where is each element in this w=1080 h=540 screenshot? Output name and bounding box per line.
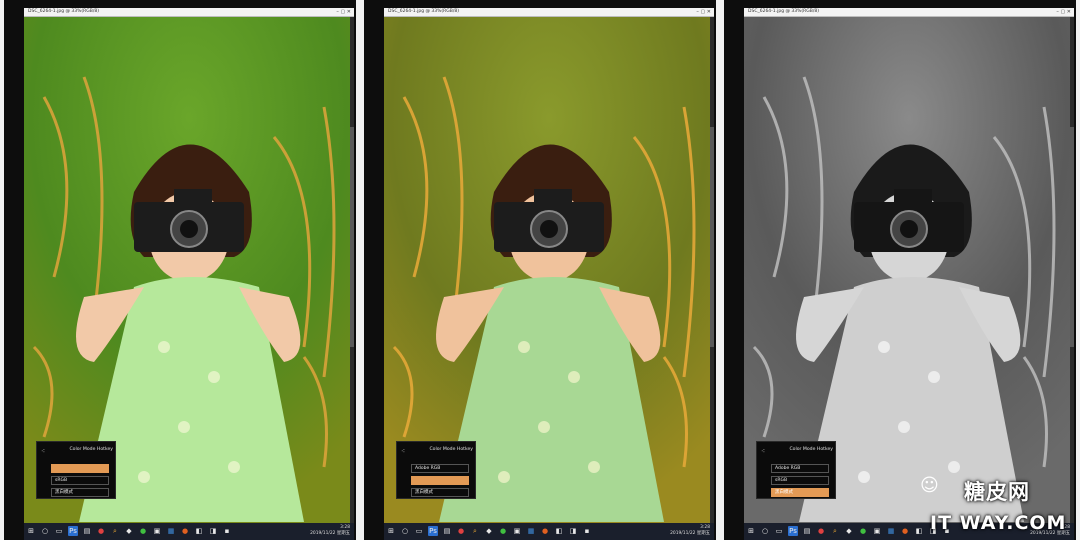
watermark: ☺ 糖皮网 IT WAY.COM xyxy=(912,470,1080,540)
task-view-icon[interactable]: ▭ xyxy=(414,526,424,536)
app-icon[interactable]: ● xyxy=(816,526,826,536)
app-icon[interactable]: ▦ xyxy=(526,526,536,536)
app-icon[interactable]: ◧ xyxy=(554,526,564,536)
app-icon[interactable]: ▪ xyxy=(582,526,592,536)
scrollbar[interactable] xyxy=(1070,17,1074,523)
window-title-bar[interactable]: DSC_6264-1.jpg @ 33%(RGB/8) – ▢ ✕ xyxy=(384,8,714,17)
screen: DSC_6264-1.jpg @ 33%(RGB/8) – ▢ ✕ ⁖ Colo… xyxy=(384,8,714,540)
photoshop-icon[interactable]: Ps xyxy=(68,526,78,536)
hotkey-item-srgb[interactable] xyxy=(411,476,469,485)
window-controls[interactable]: – ▢ ✕ xyxy=(696,8,711,16)
tri-dot-icon: ⁖ xyxy=(41,447,46,455)
windows-start-icon[interactable]: ⊞ xyxy=(746,526,756,536)
app-icon[interactable]: ◨ xyxy=(208,526,218,536)
app-icon[interactable]: ● xyxy=(498,526,508,536)
window-title-bar[interactable]: DSC_6264-1.jpg @ 33%(RGB/8) – ▢ ✕ xyxy=(744,8,1074,17)
folder-icon[interactable]: ▤ xyxy=(82,526,92,536)
scrollbar-thumb[interactable] xyxy=(710,127,714,347)
hotkey-title: Color Mode Hotkey xyxy=(69,447,113,452)
tri-dot-icon: ⁖ xyxy=(761,447,766,455)
hotkey-item-srgb[interactable]: sRGB xyxy=(771,476,829,485)
screen: DSC_6264-1.jpg @ 33%(RGB/8) – ▢ ✕ ⁖ Colo… xyxy=(744,8,1074,540)
app-icon[interactable]: ● xyxy=(138,526,148,536)
hotkey-title: Color Mode Hotkey xyxy=(789,447,833,452)
scrollbar-thumb[interactable] xyxy=(1070,127,1074,347)
task-view-icon[interactable]: ▭ xyxy=(54,526,64,536)
hotkey-item-mono[interactable]: 黑白模式 xyxy=(771,488,829,497)
hotkey-item-mono[interactable]: 黑白模式 xyxy=(51,488,109,497)
app-icon[interactable]: ◨ xyxy=(568,526,578,536)
window-title: DSC_6264-1.jpg @ 33%(RGB/8) xyxy=(388,9,460,14)
search-icon[interactable]: ○ xyxy=(400,526,410,536)
windows-start-icon[interactable]: ⊞ xyxy=(386,526,396,536)
app-icon[interactable]: ▣ xyxy=(152,526,162,536)
screen: DSC_6264-1.jpg @ 33%(RGB/8) – ▢ ✕ ⁖ Colo… xyxy=(24,8,354,540)
hotkey-item-srgb[interactable]: sRGB xyxy=(51,476,109,485)
hotkey-item-adobe-rgb[interactable] xyxy=(51,464,109,473)
app-icon[interactable]: ▦ xyxy=(886,526,896,536)
app-icon[interactable]: ▣ xyxy=(872,526,882,536)
app-icon[interactable]: ◆ xyxy=(484,526,494,536)
hotkey-item-mono[interactable]: 黑白模式 xyxy=(411,488,469,497)
app-icon[interactable]: ● xyxy=(180,526,190,536)
hotkey-item-adobe-rgb[interactable]: Adobe RGB xyxy=(771,464,829,473)
watermark-cn: 糖皮网 xyxy=(964,480,1030,504)
app-icon[interactable]: ● xyxy=(858,526,868,536)
app-icon[interactable]: ● xyxy=(96,526,106,536)
window-controls[interactable]: – ▢ ✕ xyxy=(336,8,351,16)
search-app-icon[interactable]: ⌕ xyxy=(830,526,840,536)
tri-dot-icon: ⁖ xyxy=(401,447,406,455)
app-icon[interactable]: ● xyxy=(540,526,550,536)
scrollbar-thumb[interactable] xyxy=(350,127,354,347)
hotkey-title: Color Mode Hotkey xyxy=(429,447,473,452)
tray-clock[interactable]: 3:28 2019/11/22 星期五 xyxy=(310,525,350,537)
search-icon[interactable]: ○ xyxy=(40,526,50,536)
window-title: DSC_6264-1.jpg @ 33%(RGB/8) xyxy=(748,9,820,14)
color-mode-hotkey-panel: ⁖ Color Mode Hotkey sRGB 黑白模式 xyxy=(36,441,116,499)
app-icon[interactable]: ◆ xyxy=(124,526,134,536)
window-title-bar[interactable]: DSC_6264-1.jpg @ 33%(RGB/8) – ▢ ✕ xyxy=(24,8,354,17)
taskbar: ⊞ ○ ▭ Ps ▤ ● ⌕ ◆ ● ▣ ▦ ● ◧ ◨ ▪ 3:28 2019… xyxy=(24,523,354,540)
search-icon[interactable]: ○ xyxy=(760,526,770,536)
wechat-logo-icon: ☺ xyxy=(920,475,939,496)
app-icon[interactable]: ▣ xyxy=(512,526,522,536)
watermark-en: IT WAY.COM xyxy=(930,512,1067,534)
app-icon[interactable]: ● xyxy=(456,526,466,536)
color-mode-hotkey-panel: ⁖ Color Mode Hotkey Adobe RGB 黑白模式 xyxy=(396,441,476,499)
app-icon[interactable]: ▪ xyxy=(222,526,232,536)
search-app-icon[interactable]: ⌕ xyxy=(110,526,120,536)
task-view-icon[interactable]: ▭ xyxy=(774,526,784,536)
tray-clock[interactable]: 3:28 2019/11/22 星期五 xyxy=(670,525,710,537)
search-app-icon[interactable]: ⌕ xyxy=(470,526,480,536)
monitor-right: DSC_6264-1.jpg @ 33%(RGB/8) – ▢ ✕ ⁖ Colo… xyxy=(724,0,1076,540)
photoshop-icon[interactable]: Ps xyxy=(428,526,438,536)
folder-icon[interactable]: ▤ xyxy=(442,526,452,536)
photoshop-icon[interactable]: Ps xyxy=(788,526,798,536)
taskbar: ⊞ ○ ▭ Ps ▤ ● ⌕ ◆ ● ▣ ▦ ● ◧ ◨ ▪ 3:28 2019… xyxy=(384,523,714,540)
app-icon[interactable]: ◧ xyxy=(194,526,204,536)
windows-start-icon[interactable]: ⊞ xyxy=(26,526,36,536)
folder-icon[interactable]: ▤ xyxy=(802,526,812,536)
scrollbar[interactable] xyxy=(350,17,354,523)
hotkey-item-adobe-rgb[interactable]: Adobe RGB xyxy=(411,464,469,473)
monitor-middle: DSC_6264-1.jpg @ 33%(RGB/8) – ▢ ✕ ⁖ Colo… xyxy=(364,0,716,540)
app-icon[interactable]: ◆ xyxy=(844,526,854,536)
monitor-left: DSC_6264-1.jpg @ 33%(RGB/8) – ▢ ✕ ⁖ Colo… xyxy=(4,0,356,540)
color-mode-hotkey-panel: ⁖ Color Mode Hotkey Adobe RGB sRGB 黑白模式 xyxy=(756,441,836,499)
window-controls[interactable]: – ▢ ✕ xyxy=(1056,8,1071,16)
scrollbar[interactable] xyxy=(710,17,714,523)
app-icon[interactable]: ▦ xyxy=(166,526,176,536)
window-title: DSC_6264-1.jpg @ 33%(RGB/8) xyxy=(28,9,100,14)
app-icon[interactable]: ● xyxy=(900,526,910,536)
